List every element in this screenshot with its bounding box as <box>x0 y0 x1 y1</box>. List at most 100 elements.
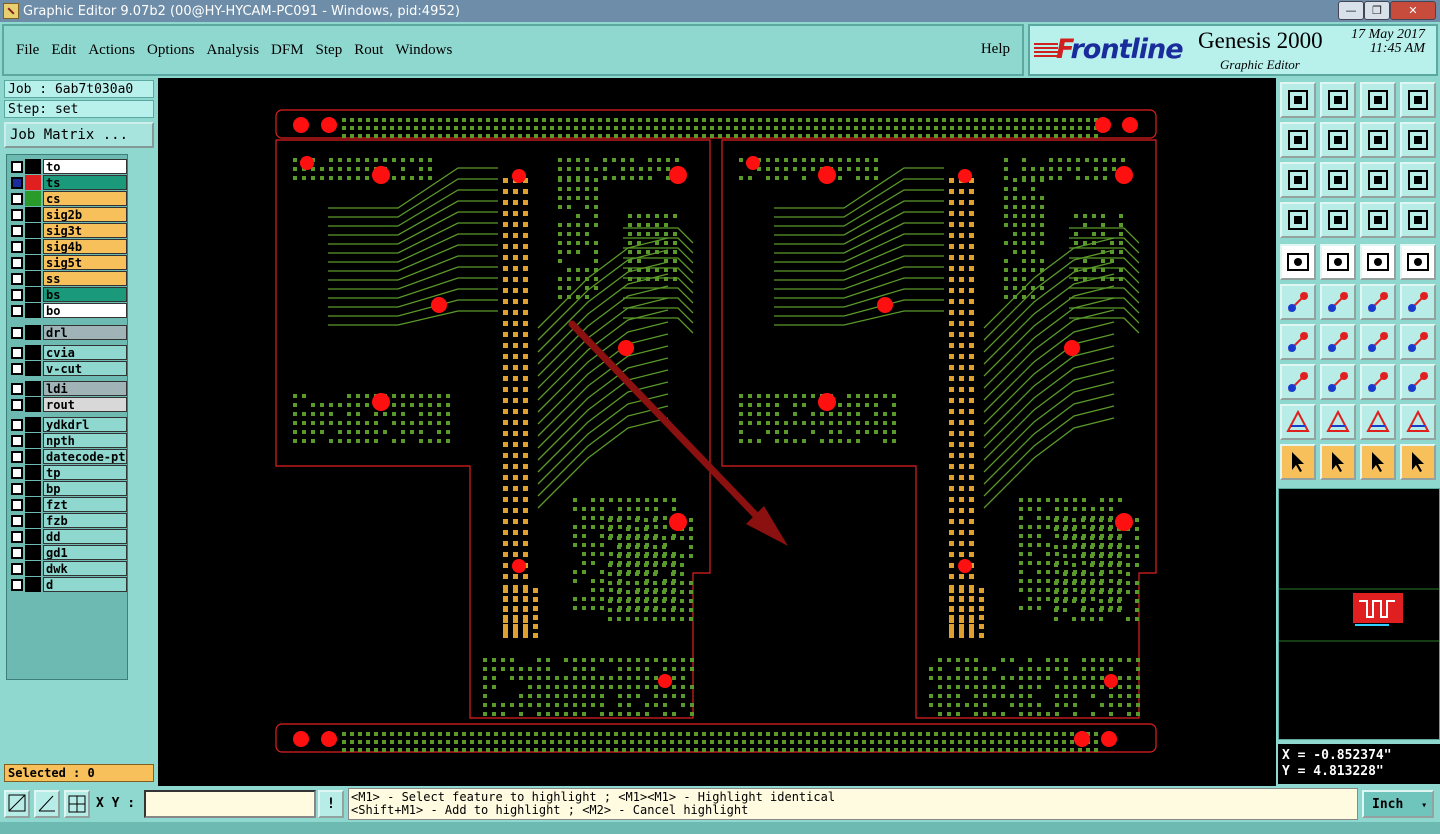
layer-color-swatch[interactable] <box>25 191 41 206</box>
triangle-a-icon[interactable] <box>1280 404 1316 440</box>
scale-icon[interactable] <box>1360 162 1396 198</box>
menu-step[interactable]: Step <box>316 40 343 61</box>
layer-row-npth[interactable]: npth <box>11 433 127 448</box>
layer-color-swatch[interactable] <box>25 271 41 286</box>
layer-color-swatch[interactable] <box>25 513 41 528</box>
layer-color-swatch[interactable] <box>25 345 41 360</box>
layer-checkbox[interactable] <box>11 177 23 189</box>
layer-name[interactable]: bp <box>43 481 127 496</box>
angle-icon[interactable] <box>1280 324 1316 360</box>
pcb-view[interactable] <box>158 78 1276 786</box>
menu-windows[interactable]: Windows <box>395 40 452 61</box>
layer-color-swatch[interactable] <box>25 449 41 464</box>
layer-row-sig5t[interactable]: sig5t <box>11 255 127 270</box>
layer-checkbox[interactable] <box>11 289 23 301</box>
layer-checkbox[interactable] <box>11 563 23 575</box>
layer-checkbox[interactable] <box>11 451 23 463</box>
route-icon[interactable] <box>1400 444 1436 480</box>
layer-color-swatch[interactable] <box>25 381 41 396</box>
step-out-icon[interactable] <box>1320 122 1356 158</box>
menu-dfm[interactable]: DFM <box>271 40 304 61</box>
home-icon[interactable] <box>1360 82 1396 118</box>
net-icon[interactable] <box>1280 284 1316 320</box>
layer-name[interactable]: ss <box>43 271 127 286</box>
layer-color-swatch[interactable] <box>25 481 41 496</box>
layer-row-ldi[interactable]: ldi <box>11 381 127 396</box>
layer-color-swatch[interactable] <box>25 287 41 302</box>
layer-checkbox[interactable] <box>11 579 23 591</box>
layer-row-ts[interactable]: ts <box>11 175 127 190</box>
layer-row-v-cut[interactable]: v-cut <box>11 361 127 376</box>
layer-row-to[interactable]: to <box>11 159 127 174</box>
layer-color-swatch[interactable] <box>25 545 41 560</box>
layer-row-sig2b[interactable]: sig2b <box>11 207 127 222</box>
layer-checkbox[interactable] <box>11 419 23 431</box>
layer-a-icon[interactable] <box>1360 202 1396 238</box>
snap-box-icon[interactable] <box>1360 364 1396 400</box>
move-pad-icon[interactable] <box>1360 284 1396 320</box>
layer-color-swatch[interactable] <box>25 497 41 512</box>
layer-checkbox[interactable] <box>11 241 23 253</box>
layer-color-swatch[interactable] <box>25 239 41 254</box>
layer-row-dd[interactable]: dd <box>11 529 127 544</box>
layer-checkbox[interactable] <box>11 257 23 269</box>
close-button[interactable]: ✕ <box>1390 1 1436 20</box>
layer-color-swatch[interactable] <box>25 561 41 576</box>
layer-color-swatch[interactable] <box>25 255 41 270</box>
layer-color-swatch[interactable] <box>25 433 41 448</box>
move-up-icon[interactable] <box>1280 82 1316 118</box>
layer-name[interactable]: ydkdrl <box>43 417 127 432</box>
layer-checkbox[interactable] <box>11 531 23 543</box>
zoom-home-icon[interactable] <box>1320 162 1356 198</box>
layer-row-bo[interactable]: bo <box>11 303 127 318</box>
layer-row-dwk[interactable]: dwk <box>11 561 127 576</box>
layer-name[interactable]: ldi <box>43 381 127 396</box>
fit-icon[interactable] <box>1280 162 1316 198</box>
layer-name[interactable]: drl <box>43 325 127 340</box>
layer-checkbox[interactable] <box>11 399 23 411</box>
layer-b-icon[interactable] <box>1400 202 1436 238</box>
layer-color-swatch[interactable] <box>25 417 41 432</box>
menu-edit[interactable]: Edit <box>51 40 76 61</box>
pointer-circle-icon[interactable] <box>1360 444 1396 480</box>
layer-color-swatch[interactable] <box>25 175 41 190</box>
layer-name[interactable]: v-cut <box>43 361 127 376</box>
layer-name[interactable]: sig5t <box>43 255 127 270</box>
triangle-d-icon[interactable] <box>1400 404 1436 440</box>
layer-checkbox[interactable] <box>11 161 23 173</box>
layer-name[interactable]: rout <box>43 397 127 412</box>
layer-row-drl[interactable]: drl <box>11 325 127 340</box>
layer-name[interactable]: sig2b <box>43 207 127 222</box>
menu-actions[interactable]: Actions <box>88 40 135 61</box>
layer-name[interactable]: sig3t <box>43 223 127 238</box>
layer-name[interactable]: bs <box>43 287 127 302</box>
redraw-icon[interactable] <box>1360 122 1396 158</box>
layer-row-rout[interactable]: rout <box>11 397 127 412</box>
layer-row-tp[interactable]: tp <box>11 465 127 480</box>
cut-icon[interactable] <box>1320 364 1356 400</box>
layer-name[interactable]: to <box>43 159 127 174</box>
grid-icon[interactable] <box>64 790 90 818</box>
move-down-icon[interactable] <box>1320 82 1356 118</box>
layer-checkbox[interactable] <box>11 327 23 339</box>
minimize-button[interactable]: — <box>1338 1 1364 20</box>
layer-name[interactable]: dd <box>43 529 127 544</box>
job-matrix-button[interactable]: Job Matrix ... <box>4 122 154 148</box>
layer-row-cs[interactable]: cs <box>11 191 127 206</box>
layer-row-ydkdrl[interactable]: ydkdrl <box>11 417 127 432</box>
edit-icon[interactable] <box>1320 244 1356 280</box>
layer-checkbox[interactable] <box>11 515 23 527</box>
draw-line-icon[interactable] <box>1320 324 1356 360</box>
layer-row-fzt[interactable]: fzt <box>11 497 127 512</box>
xy-input[interactable] <box>144 790 316 818</box>
layer-checkbox[interactable] <box>11 305 23 317</box>
layer-checkbox[interactable] <box>11 467 23 479</box>
layer-checkbox[interactable] <box>11 383 23 395</box>
layer-name[interactable]: gd1 <box>43 545 127 560</box>
wrench-icon[interactable] <box>1280 202 1316 238</box>
alert-icon[interactable]: ! <box>318 790 344 818</box>
overview-map[interactable] <box>1278 488 1440 740</box>
layer-checkbox[interactable] <box>11 273 23 285</box>
triangle-c-icon[interactable] <box>1360 404 1396 440</box>
angle-snap-icon[interactable] <box>34 790 60 818</box>
